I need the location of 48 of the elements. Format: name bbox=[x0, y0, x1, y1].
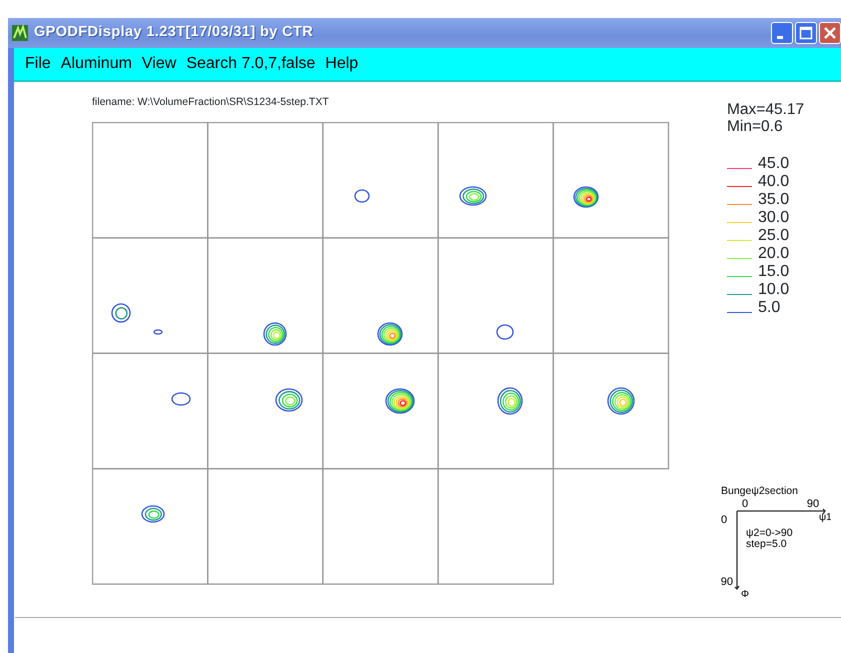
maximize-icon bbox=[799, 26, 813, 40]
max-value: Max=45.17 bbox=[727, 101, 806, 118]
legend-label: 35.0 bbox=[758, 191, 790, 208]
menu-item[interactable]: Aluminum bbox=[56, 52, 137, 76]
axis-tick-label: 0 bbox=[742, 498, 748, 510]
contour-drawing bbox=[385, 388, 415, 414]
menu-item[interactable]: Search 7.0,7,false bbox=[181, 52, 320, 76]
legend-label: 20.0 bbox=[758, 245, 790, 262]
menu-item[interactable]: Help bbox=[320, 52, 364, 76]
axis-label: ψ1 bbox=[819, 512, 831, 523]
app-icon bbox=[12, 24, 28, 41]
contour-drawing bbox=[171, 392, 191, 406]
contour-drawing bbox=[607, 387, 635, 415]
legend-label: 10.0 bbox=[758, 281, 790, 298]
close-icon bbox=[823, 26, 837, 40]
contour-drawing bbox=[141, 505, 165, 523]
menu-item[interactable]: View bbox=[136, 52, 182, 76]
axis-tick-label: 90 bbox=[806, 498, 820, 510]
legend-label: 15.0 bbox=[758, 263, 790, 280]
contour-drawing bbox=[263, 322, 287, 346]
min-value: Min=0.6 bbox=[727, 118, 784, 135]
filename-label: filename: W:\VolumeFraction\SR\S1234-5step.TXT bbox=[92, 95, 330, 109]
contour-drawing bbox=[153, 329, 163, 335]
contour-drawing bbox=[496, 324, 514, 340]
axis-label: Φ bbox=[741, 589, 749, 600]
minimize-icon bbox=[777, 36, 783, 38]
menu-item[interactable]: File bbox=[20, 52, 56, 76]
window-title: GPODFDisplay 1.23T[17/03/31] by CTR bbox=[34, 23, 314, 42]
contour-drawing bbox=[275, 388, 303, 412]
legend-label: 30.0 bbox=[758, 209, 790, 226]
maximize-button[interactable] bbox=[795, 22, 817, 44]
minimize-button[interactable] bbox=[771, 22, 793, 44]
section-note: ψ2=0->90 bbox=[746, 527, 793, 539]
axis-tick-label: 0 bbox=[721, 514, 728, 526]
axis-diagram-title: Bungeψ2section bbox=[721, 485, 798, 497]
contour-drawing bbox=[111, 303, 131, 323]
axis-tick-label: 90 bbox=[721, 576, 733, 588]
contour-drawing bbox=[459, 186, 487, 206]
contour-drawing bbox=[377, 322, 403, 346]
contour-drawing bbox=[573, 186, 599, 208]
legend-label: 25.0 bbox=[758, 227, 790, 244]
contour-drawing bbox=[497, 387, 523, 415]
contour-drawing bbox=[354, 189, 370, 203]
legend-label: 45.0 bbox=[758, 155, 790, 172]
close-button[interactable] bbox=[819, 22, 841, 44]
section-note: step=5.0 bbox=[746, 538, 787, 550]
legend-label: 5.0 bbox=[758, 299, 780, 316]
legend-label: 40.0 bbox=[758, 173, 790, 190]
